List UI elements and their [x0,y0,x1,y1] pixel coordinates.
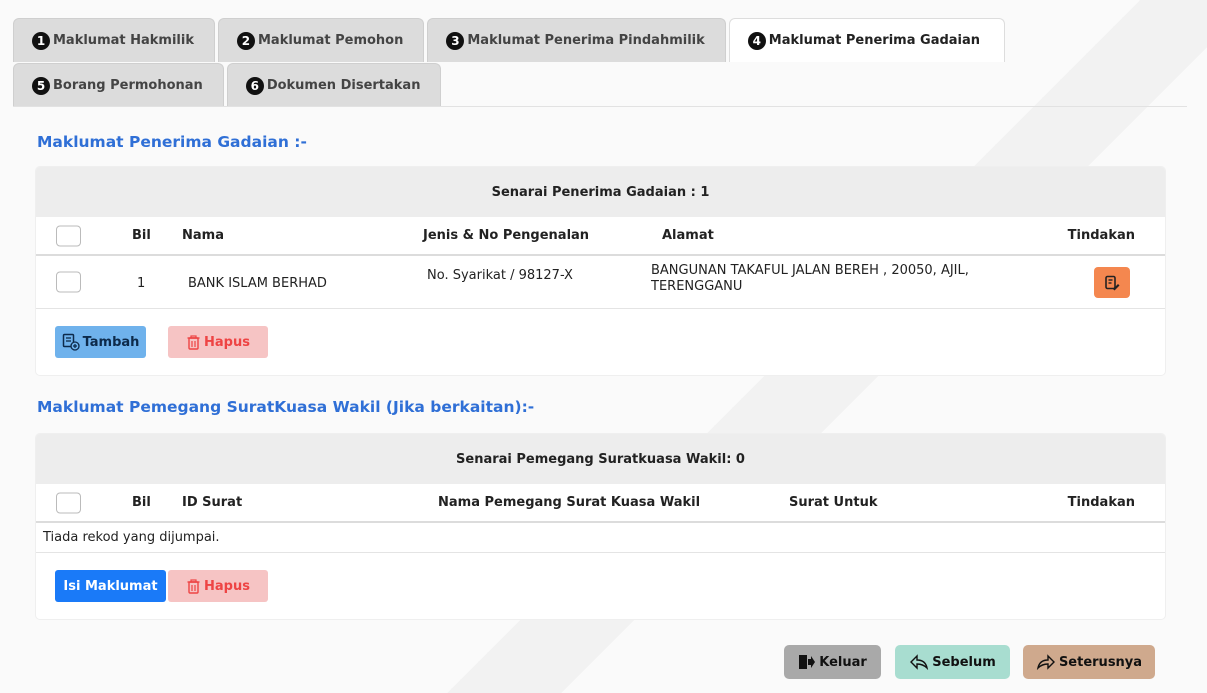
panel-header: Senarai Penerima Gadaian : 1 [36,167,1165,217]
seterusnya-button[interactable]: Seterusnya [1023,645,1155,679]
hapus-label: Hapus [204,578,250,594]
col-bil: Bil [132,228,151,243]
sebelum-label: Sebelum [932,654,996,670]
table-header: Bil Nama Jenis & No Pengenalan Alamat Ti… [36,217,1165,256]
col-id-surat: ID Surat [182,495,243,510]
select-all-checkbox[interactable] [56,492,81,513]
col-nama: Nama [182,228,224,243]
table-header: Bil ID Surat Nama Pemegang Surat Kuasa W… [36,484,1165,523]
tab-label: Maklumat Hakmilik [53,33,194,48]
seterusnya-label: Seterusnya [1058,654,1143,670]
sebelum-button[interactable]: Sebelum [895,645,1010,679]
step-1-icon: 1 [32,31,50,50]
keluar-button[interactable]: Keluar [784,645,881,679]
trash-icon [187,578,200,594]
exit-icon [799,655,816,669]
step-4-icon: 4 [747,31,766,50]
tab-label: Maklumat Penerima Gadaian [768,33,981,48]
select-all-checkbox[interactable] [56,225,81,246]
section-title-pemegang-suratkuasa: Maklumat Pemegang SuratKuasa Wakil (Jika… [37,398,535,416]
step-2-icon: 2 [236,31,255,50]
col-tindakan: Tindakan [1067,228,1135,243]
empty-message: Tiada rekod yang dijumpai. [43,530,220,545]
hapus-label: Hapus [204,334,250,350]
step-3-icon: 3 [446,31,465,50]
panel-header: Senarai Pemegang Suratkuasa Wakil: 0 [36,434,1165,484]
add-document-icon [62,333,80,351]
tab-maklumat-penerima-pindahmilik[interactable]: 3 Maklumat Penerima Pindahmilik [427,18,726,62]
tab-maklumat-hakmilik[interactable]: 1 Maklumat Hakmilik [13,18,215,62]
col-tindakan: Tindakan [1067,495,1135,510]
trash-icon [187,334,200,350]
tab-label: Dokumen Disertakan [266,78,421,93]
row-bil: 1 [137,276,146,291]
col-bil: Bil [132,495,151,510]
col-jenis: Jenis & No Pengenalan [423,228,590,243]
col-surat-untuk: Surat Untuk [789,495,878,510]
row-jenis: No. Syarikat / 98127-X [427,268,573,283]
tambah-label: Tambah [82,334,140,350]
tab-label: Maklumat Pemohon [257,33,404,48]
tab-divider [13,106,1187,107]
row-checkbox[interactable] [56,271,81,293]
col-nama-pemegang: Nama Pemegang Surat Kuasa Wakil [438,495,701,510]
table-row: 1 BANK ISLAM BERHAD No. Syarikat / 98127… [36,256,1165,309]
hapus-button[interactable]: Hapus [168,326,268,358]
tab-label: Borang Permohonan [53,78,203,93]
step-6-icon: 6 [245,76,264,95]
tab-label: Maklumat Penerima Pindahmilik [467,33,705,48]
tab-maklumat-pemohon[interactable]: 2 Maklumat Pemohon [217,18,425,62]
isi-maklumat-button[interactable]: Isi Maklumat [55,570,166,602]
empty-row: Tiada rekod yang dijumpai. [36,523,1165,553]
tab-maklumat-penerima-gadaian[interactable]: 4 Maklumat Penerima Gadaian [728,18,1006,62]
row-nama: BANK ISLAM BERHAD [188,276,327,291]
reply-icon [910,654,929,670]
forward-icon [1036,654,1055,670]
tambah-button[interactable]: Tambah [55,326,146,358]
hapus-button[interactable]: Hapus [168,570,268,602]
tab-borang-permohonan[interactable]: 5 Borang Permohonan [13,63,224,107]
tab-dokumen-disertakan[interactable]: 6 Dokumen Disertakan [226,63,442,107]
step-5-icon: 5 [32,76,50,95]
col-alamat: Alamat [662,228,714,243]
button-row: Tambah Hapus [36,309,1165,375]
tab-row-1: 1 Maklumat Hakmilik 2 Maklumat Pemohon 3… [13,18,1008,62]
edit-icon [1105,275,1120,290]
button-row: Isi Maklumat Hapus [36,553,1165,619]
edit-button[interactable] [1094,267,1130,298]
penerima-gadaian-panel: Senarai Penerima Gadaian : 1 Bil Nama Je… [36,167,1165,375]
keluar-label: Keluar [819,654,867,670]
section-title-penerima-gadaian: Maklumat Penerima Gadaian :- [37,133,307,151]
tab-row-2: 5 Borang Permohonan 6 Dokumen Disertakan [13,63,444,107]
pemegang-suratkuasa-panel: Senarai Pemegang Suratkuasa Wakil: 0 Bil… [36,434,1165,619]
row-alamat: BANGUNAN TAKAFUL JALAN BEREH , 20050, AJ… [651,263,969,294]
